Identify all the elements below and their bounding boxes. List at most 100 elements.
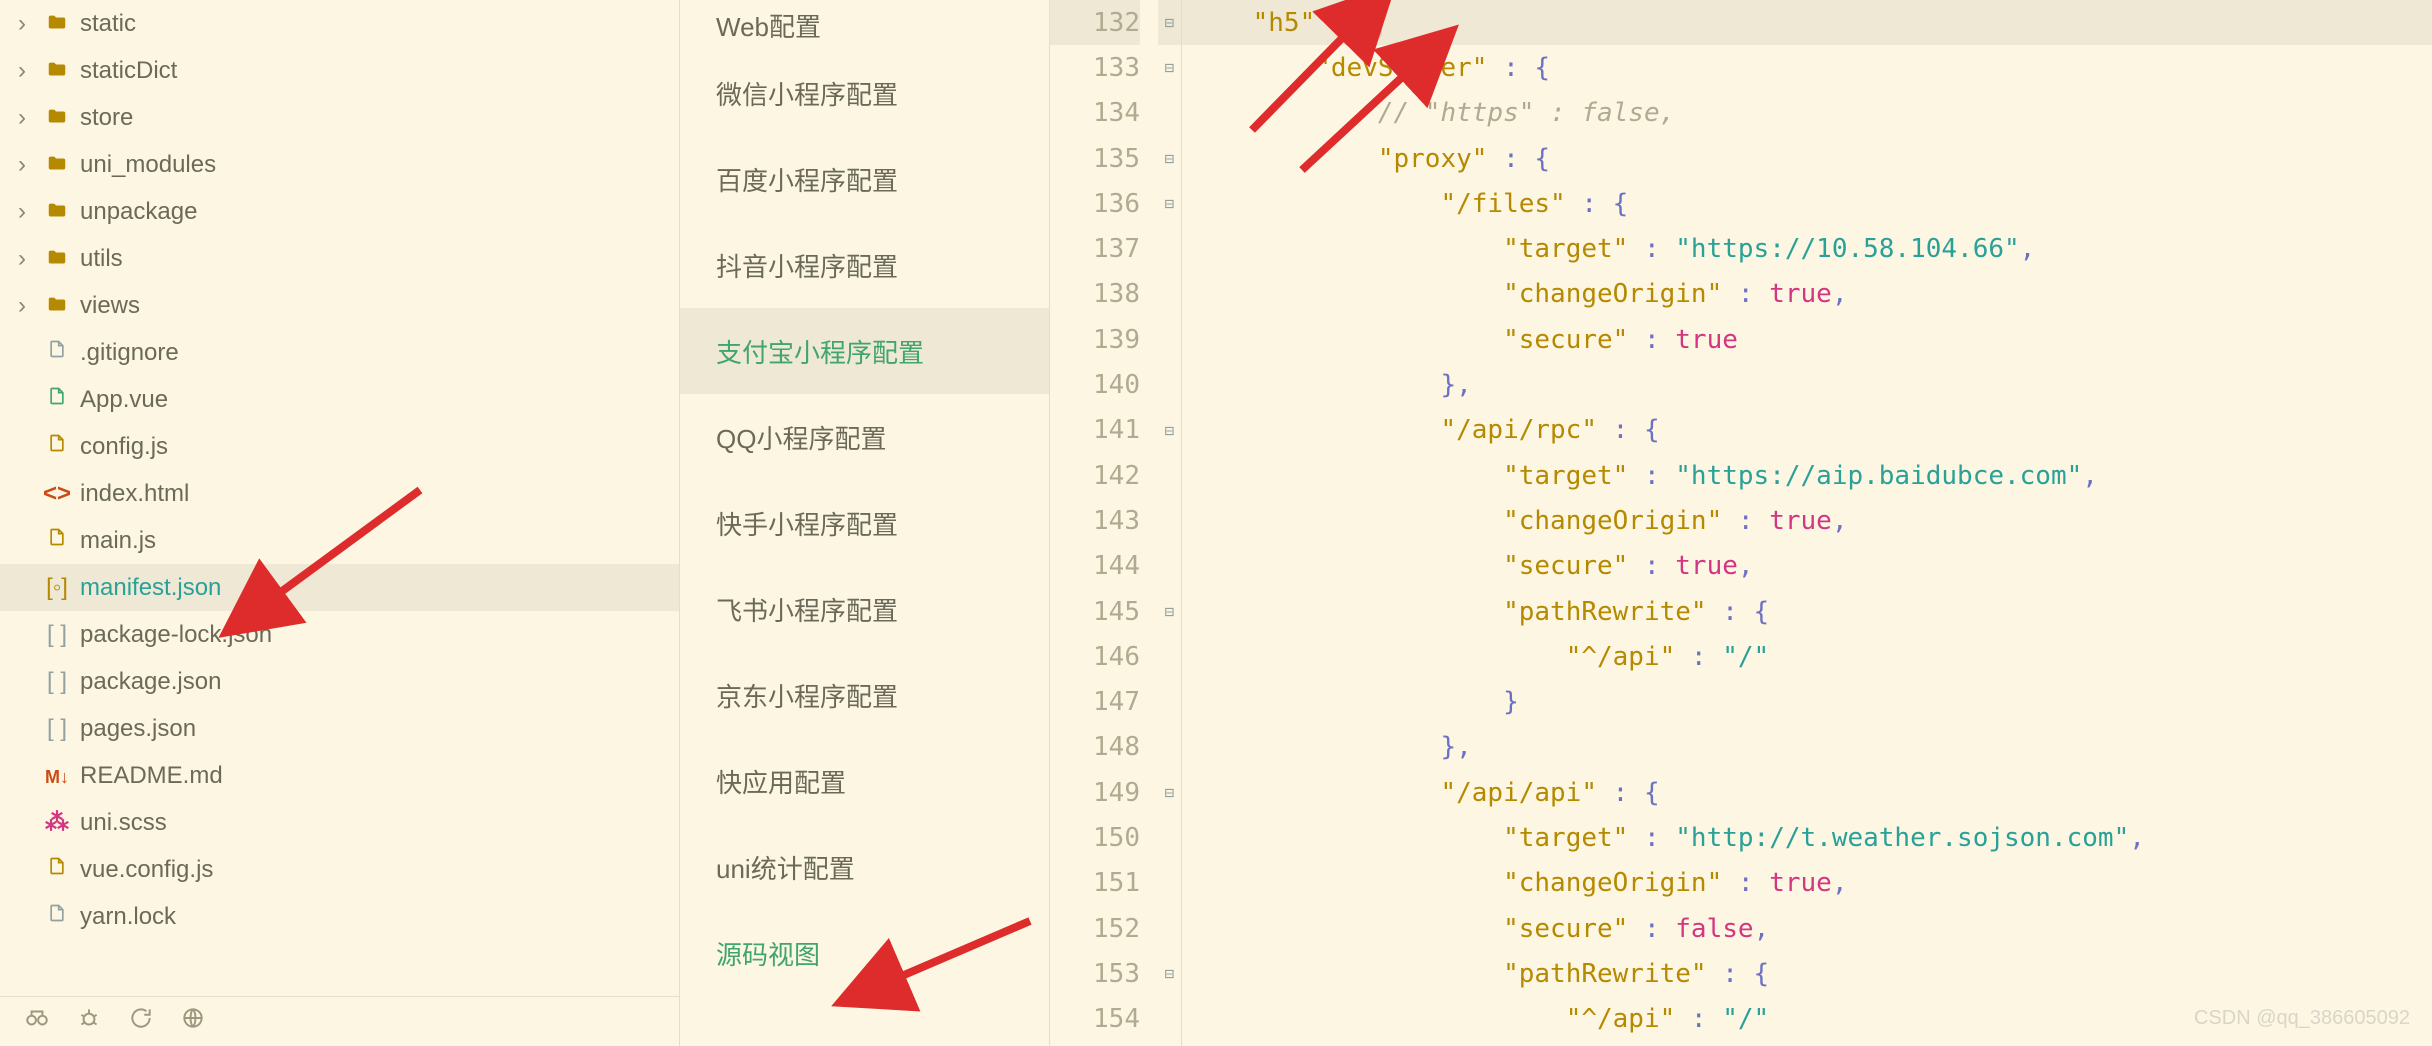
code-line[interactable]: "changeOrigin" : true, — [1182, 861, 2432, 906]
code-line[interactable]: "/api/api" : { — [1182, 770, 2432, 815]
fold-marker — [1158, 498, 1181, 543]
config-item-5[interactable]: QQ小程序配置 — [680, 394, 1049, 480]
chevron-right-icon: › — [18, 57, 42, 85]
fold-marker[interactable]: ⊟ — [1158, 408, 1181, 453]
file-yarn-lock[interactable]: yarn.lock — [0, 893, 679, 940]
line-number: 140 — [1050, 362, 1140, 407]
refresh-icon[interactable] — [128, 1005, 154, 1038]
code-line[interactable]: "pathRewrite" : { — [1182, 589, 2432, 634]
line-number: 134 — [1050, 91, 1140, 136]
code-line[interactable]: "secure" : true, — [1182, 544, 2432, 589]
file-icon: M↓ — [42, 762, 72, 790]
folder-staticDict[interactable]: ›staticDict — [0, 47, 679, 94]
file--gitignore[interactable]: .gitignore — [0, 329, 679, 376]
fold-marker — [1158, 634, 1181, 679]
config-item-9[interactable]: 快应用配置 — [680, 738, 1049, 824]
code-area[interactable]: "h5" : { "devServer" : { // "https" : fa… — [1182, 0, 2432, 1046]
fold-marker[interactable]: ⊟ — [1158, 770, 1181, 815]
fold-marker[interactable]: ⊟ — [1158, 0, 1181, 45]
config-item-6[interactable]: 快手小程序配置 — [680, 480, 1049, 566]
folder-utils[interactable]: ›utils — [0, 235, 679, 282]
config-item-1[interactable]: 微信小程序配置 — [680, 50, 1049, 136]
code-line[interactable]: "target" : "http://t.weather.sojson.com"… — [1182, 815, 2432, 860]
file-index-html[interactable]: <>index.html — [0, 470, 679, 517]
globe-icon[interactable] — [180, 1005, 206, 1038]
binoculars-icon[interactable] — [24, 1005, 50, 1038]
code-line[interactable]: "devServer" : { — [1182, 45, 2432, 90]
folder-uni_modules[interactable]: ›uni_modules — [0, 141, 679, 188]
code-line[interactable]: } — [1182, 679, 2432, 724]
line-number: 141 — [1050, 408, 1140, 453]
line-number: 152 — [1050, 906, 1140, 951]
code-line[interactable]: "pathRewrite" : { — [1182, 951, 2432, 996]
fold-marker[interactable]: ⊟ — [1158, 589, 1181, 634]
file-package-lock-json[interactable]: [ ]package-lock.json — [0, 611, 679, 658]
config-item-7[interactable]: 飞书小程序配置 — [680, 566, 1049, 652]
config-item-3[interactable]: 抖音小程序配置 — [680, 222, 1049, 308]
config-item-4[interactable]: 支付宝小程序配置 — [680, 308, 1049, 394]
file-uni-scss[interactable]: ⁂uni.scss — [0, 799, 679, 846]
folder-icon — [42, 104, 72, 132]
file-label: config.js — [80, 433, 168, 461]
file-main-js[interactable]: main.js — [0, 517, 679, 564]
file-icon — [42, 338, 72, 367]
code-line[interactable]: "/files" : { — [1182, 181, 2432, 226]
fold-gutter[interactable]: ⊟⊟⊟⊟⊟⊟⊟⊟ — [1158, 0, 1182, 1046]
fold-marker[interactable]: ⊟ — [1158, 45, 1181, 90]
line-number: 148 — [1050, 725, 1140, 770]
line-number: 135 — [1050, 136, 1140, 181]
folder-label: uni_modules — [80, 151, 216, 179]
fold-marker — [1158, 226, 1181, 271]
chevron-right-icon: › — [18, 10, 42, 38]
bug-icon[interactable] — [76, 1005, 102, 1038]
line-number: 138 — [1050, 272, 1140, 317]
code-line[interactable]: "target" : "https://aip.baidubce.com", — [1182, 453, 2432, 498]
file-vue-config-js[interactable]: vue.config.js — [0, 846, 679, 893]
code-line[interactable]: "^/api" : "/" — [1182, 634, 2432, 679]
file-label: main.js — [80, 527, 156, 555]
line-number: 142 — [1050, 453, 1140, 498]
folder-views[interactable]: ›views — [0, 282, 679, 329]
file-config-js[interactable]: config.js — [0, 423, 679, 470]
code-line[interactable]: "target" : "https://10.58.104.66", — [1182, 226, 2432, 271]
config-item-10[interactable]: uni统计配置 — [680, 824, 1049, 910]
fold-marker[interactable]: ⊟ — [1158, 136, 1181, 181]
config-item-0[interactable]: Web配置 — [680, 0, 1049, 50]
code-line[interactable]: }, — [1182, 362, 2432, 407]
code-line[interactable]: "secure" : true — [1182, 317, 2432, 362]
file-manifest-json[interactable]: [◦]manifest.json — [0, 564, 679, 611]
code-line[interactable]: }, — [1182, 725, 2432, 770]
file-App-vue[interactable]: App.vue — [0, 376, 679, 423]
fold-marker[interactable]: ⊟ — [1158, 181, 1181, 226]
file-README-md[interactable]: M↓README.md — [0, 752, 679, 799]
code-line[interactable]: // "https" : false, — [1182, 91, 2432, 136]
code-line[interactable]: "secure" : false, — [1182, 906, 2432, 951]
line-number: 139 — [1050, 317, 1140, 362]
fold-marker[interactable]: ⊟ — [1158, 951, 1181, 996]
file-pages-json[interactable]: [ ]pages.json — [0, 705, 679, 752]
line-number: 136 — [1050, 181, 1140, 226]
code-line[interactable]: "changeOrigin" : true, — [1182, 272, 2432, 317]
code-line[interactable]: "h5" : { — [1182, 0, 2432, 45]
folder-static[interactable]: ›static — [0, 0, 679, 47]
fold-marker — [1158, 997, 1181, 1042]
folder-store[interactable]: ›store — [0, 94, 679, 141]
folder-icon — [42, 292, 72, 320]
fold-marker — [1158, 725, 1181, 770]
folder-unpackage[interactable]: ›unpackage — [0, 188, 679, 235]
file-tree[interactable]: ›static›staticDict›store›uni_modules›unp… — [0, 0, 679, 996]
code-editor[interactable]: 1321331341351361371381391401411421431441… — [1050, 0, 2432, 1046]
config-item-11[interactable]: 源码视图 — [680, 910, 1049, 996]
code-line[interactable]: "changeOrigin" : true, — [1182, 498, 2432, 543]
file-package-json[interactable]: [ ]package.json — [0, 658, 679, 705]
file-label: index.html — [80, 480, 189, 508]
code-line[interactable]: "/api/rpc" : { — [1182, 408, 2432, 453]
code-line[interactable]: "proxy" : { — [1182, 136, 2432, 181]
file-label: App.vue — [80, 386, 168, 414]
file-label: package-lock.json — [80, 621, 272, 649]
config-item-8[interactable]: 京东小程序配置 — [680, 652, 1049, 738]
file-icon — [42, 902, 72, 931]
config-item-2[interactable]: 百度小程序配置 — [680, 136, 1049, 222]
line-number: 143 — [1050, 498, 1140, 543]
folder-icon — [42, 10, 72, 38]
